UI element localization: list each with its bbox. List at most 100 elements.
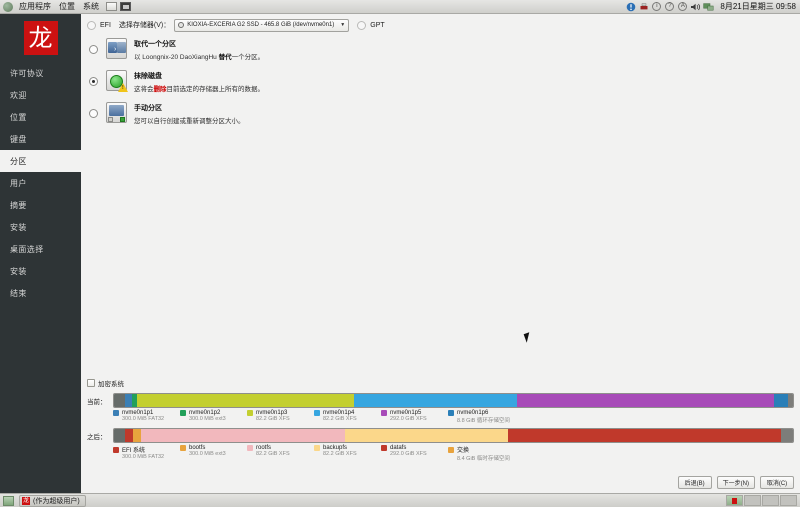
sidebar-item-users[interactable]: 用户 (0, 172, 81, 194)
sidebar-item-install[interactable]: 安装 (0, 216, 81, 238)
replace-partition-icon: › (106, 38, 127, 59)
option-erase-disk[interactable]: 抹除磁盘 这将会删除目前选定的存储器上所有的数据。 (89, 70, 800, 93)
device-select-dropdown[interactable]: KIOXIA-EXCERIA G2 SSD - 465.8 GiB (/dev/… (174, 18, 350, 32)
option-manual-radio[interactable] (89, 109, 98, 118)
installer-sidebar: 龙 许可协议 欢迎 位置 键盘 分区 用户 摘要 安装 桌面选择 安装 结束 (0, 14, 81, 493)
sidebar-item-welcome[interactable]: 欢迎 (0, 84, 81, 106)
bar-segment (354, 394, 518, 407)
legend-swatch (448, 446, 454, 453)
legend-sub: 82.2 GiB XFS (256, 451, 290, 457)
system-tray: i ? A 8月21日星期三 09:58 (624, 1, 800, 12)
bar-segment (114, 394, 125, 407)
legend-item: nvme0n1p6 8.8 GiB 循环存储空间 (448, 410, 515, 424)
display-icon[interactable] (703, 1, 714, 12)
encrypt-system-row[interactable]: 加密系统 (87, 378, 794, 388)
sidebar-item-license[interactable]: 许可协议 (0, 62, 81, 84)
panel-menu-applications[interactable]: 应用程序 (15, 0, 55, 13)
mouse-cursor (523, 332, 533, 343)
wizard-actions: 后退(B) 下一步(N) 取消(C) (677, 476, 794, 489)
bar-after[interactable] (113, 428, 794, 443)
bar-segment (773, 394, 788, 407)
option-manual-partition[interactable]: 手动分区 您可以自行创建或重新调整分区大小。 (89, 102, 800, 125)
legend-swatch (180, 445, 186, 451)
sidebar-item-install-2[interactable]: 安装 (0, 260, 81, 282)
legend-name: 交换 (457, 448, 470, 454)
legend-item: nvme0n1p5 292.0 GiB XFS (381, 410, 448, 424)
bar-before[interactable] (113, 393, 794, 408)
gnome-foot-icon[interactable] (3, 1, 13, 12)
workspace-3[interactable] (762, 495, 779, 506)
partition-bar-before: 当前： nvme0n1p1 300.0 MiB FAT32 nvme0n1p2 … (87, 393, 794, 424)
legend-item: datafs 292.0 GiB XFS (381, 445, 448, 462)
next-button[interactable]: 下一步(N) (716, 476, 755, 489)
gnome-top-panel: 应用程序 位置 系统 i ? A 8月21日星期三 09:58 (0, 0, 800, 14)
bar-segment (133, 429, 142, 442)
cancel-button[interactable]: 取消(C) (760, 476, 794, 489)
legend-sub: 300.0 MiB FAT32 (122, 416, 165, 422)
sidebar-item-location[interactable]: 位置 (0, 106, 81, 128)
legend-sub: 8.4 GiB 临时存储空间 (457, 456, 510, 462)
bar-after-caption: 之后： (87, 433, 107, 441)
legend-sub: 82.2 GiB XFS (256, 416, 290, 422)
legend-swatch (314, 445, 320, 451)
option-erase-radio[interactable] (89, 77, 98, 86)
workspace-switcher (725, 495, 800, 506)
panel-menu-places[interactable]: 位置 (55, 0, 79, 13)
sidebar-item-label: 位置 (10, 112, 27, 122)
workspace-2[interactable] (744, 495, 761, 506)
info-icon[interactable]: i (651, 1, 662, 12)
option-replace-radio[interactable] (89, 45, 98, 54)
sidebar-item-desktop-choice[interactable]: 桌面选择 (0, 238, 81, 260)
legend-sub: 300.0 MiB ext3 (189, 416, 226, 422)
legend-sub: 292.0 GiB XFS (390, 451, 427, 457)
installer-window: 龙 许可协议 欢迎 位置 键盘 分区 用户 摘要 安装 桌面选择 安装 结束 E… (0, 14, 800, 493)
question-icon[interactable]: ? (664, 1, 675, 12)
legend-item: backupfs 82.2 GiB XFS (314, 445, 381, 462)
printer-icon[interactable] (638, 1, 649, 12)
back-button[interactable]: 后退(B) (677, 476, 712, 489)
option-replace-title: 取代一个分区 (134, 41, 176, 48)
loongnix-logo-icon: 龙 (23, 21, 58, 55)
accessibility-icon[interactable]: A (677, 1, 688, 12)
sidebar-item-summary[interactable]: 摘要 (0, 194, 81, 216)
network-warning-icon[interactable] (625, 1, 636, 12)
legend-item: nvme0n1p2 300.0 MiB ext3 (180, 410, 247, 424)
minimize-window-icon[interactable] (106, 2, 117, 11)
sidebar-item-label: 分区 (10, 156, 27, 166)
legend-item: bootfs 300.0 MiB ext3 (180, 445, 247, 462)
legend-swatch (113, 410, 119, 416)
option-replace-partition[interactable]: › 取代一个分区 以 Loongnix-20 DaoXiangHu 替代一个分区… (89, 38, 800, 61)
bar-segment (344, 429, 508, 442)
panel-clock[interactable]: 8月21日星期三 09:58 (715, 1, 796, 12)
sidebar-item-finish[interactable]: 结束 (0, 282, 81, 304)
legend-name: EFI 系统 (122, 448, 146, 454)
panel-menu-system[interactable]: 系统 (79, 0, 103, 13)
taskbar-window-button[interactable]: 龙 (作为超级用户) (19, 494, 86, 507)
encrypt-system-checkbox[interactable] (87, 379, 95, 387)
option-manual-desc: 您可以自行创建或重新调整分区大小。 (134, 118, 245, 125)
show-desktop-button[interactable] (3, 495, 14, 506)
sidebar-item-keyboard[interactable]: 键盘 (0, 128, 81, 150)
legend-item: nvme0n1p3 82.2 GiB XFS (247, 410, 314, 424)
legend-swatch (381, 445, 387, 451)
option-erase-title: 抹除磁盘 (134, 73, 162, 80)
sidebar-item-label: 安装 (10, 222, 27, 232)
brand-logo-area: 龙 (0, 14, 81, 62)
volume-icon[interactable] (690, 1, 701, 12)
sidebar-item-label: 键盘 (10, 134, 27, 144)
device-selector-row: EFI 选择存储器(V)： KIOXIA-EXCERIA G2 SSD - 46… (81, 14, 800, 32)
chevron-down-icon: ▼ (340, 22, 346, 28)
workspace-4[interactable] (780, 495, 797, 506)
legend-swatch (381, 410, 387, 416)
bar-segment (114, 429, 125, 442)
bar-segment (137, 394, 355, 407)
taskbar-window-label: (作为超级用户) (33, 497, 80, 505)
legend-sub: 82.2 GiB XFS (323, 451, 357, 457)
legend-swatch (113, 446, 119, 453)
sidebar-item-label: 许可协议 (10, 68, 44, 78)
sidebar-item-label: 结束 (10, 288, 27, 298)
sidebar-item-partition[interactable]: 分区 (0, 150, 81, 172)
show-desktop-icon[interactable] (120, 2, 131, 11)
bar-segment (124, 429, 133, 442)
workspace-1[interactable] (726, 495, 743, 506)
